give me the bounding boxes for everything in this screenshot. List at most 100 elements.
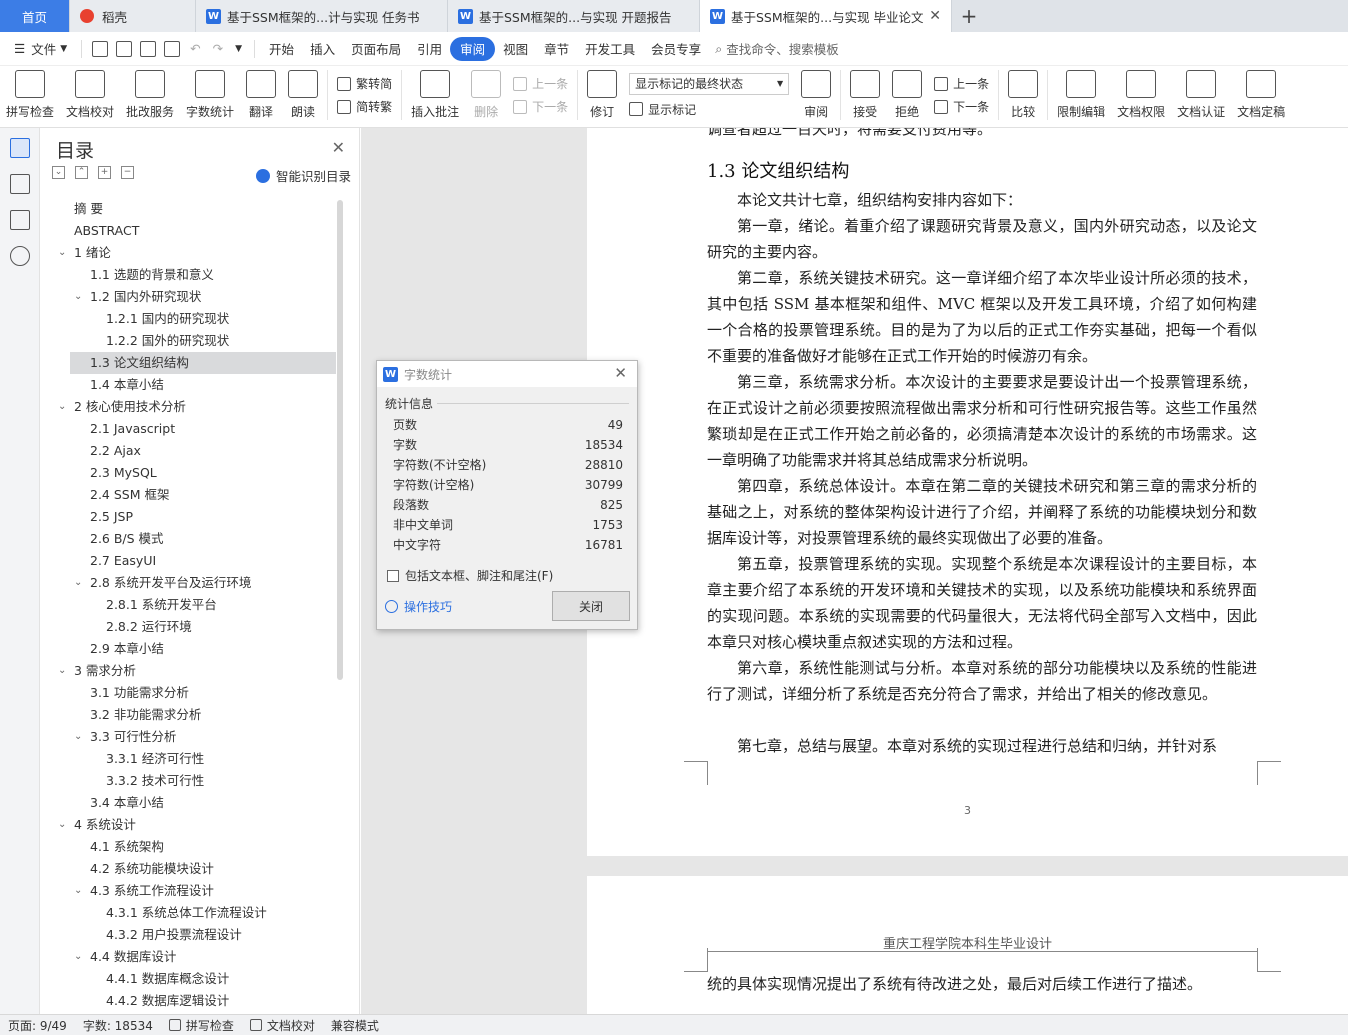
toc-item[interactable]: 1.1 选题的背景和意义: [70, 264, 336, 286]
word-count-indicator[interactable]: 字数: 18534: [75, 1017, 161, 1034]
toc-item[interactable]: 4.2 系统功能模块设计: [70, 858, 336, 880]
menu-insert[interactable]: 插入: [302, 37, 343, 61]
toc-item[interactable]: 2.6 B/S 模式: [70, 528, 336, 550]
prev-comment-button[interactable]: 上一条: [513, 75, 568, 92]
menu-start[interactable]: 开始: [261, 37, 302, 61]
toc-item[interactable]: 2.4 SSM 框架: [70, 484, 336, 506]
menu-developer[interactable]: 开发工具: [577, 37, 643, 61]
show-markup-button[interactable]: 显示标记: [629, 101, 789, 118]
close-icon[interactable]: ✕: [614, 364, 627, 382]
toc-item[interactable]: ⌄ 2.8 系统开发平台及运行环境: [70, 572, 336, 594]
chevron-down-icon[interactable]: ⌄: [58, 660, 66, 682]
toc-item[interactable]: ⌄ 3.3 可行性分析: [70, 726, 336, 748]
command-search[interactable]: ⌕ 查找命令、搜索模板: [709, 37, 847, 61]
tab-daoke[interactable]: 稻壳: [70, 0, 196, 32]
chevron-down-icon[interactable]: ⌄: [74, 572, 82, 594]
restrict-edit-button[interactable]: 限制编辑: [1051, 70, 1111, 120]
expand-all-icon[interactable]: ⌄: [52, 166, 65, 179]
reject-button[interactable]: 拒绝: [886, 70, 928, 120]
toc-item[interactable]: 2.8.1 系统开发平台: [70, 594, 336, 616]
toc-item[interactable]: 2.3 MySQL: [70, 462, 336, 484]
chevron-down-icon[interactable]: ⌄: [74, 946, 82, 968]
status-spell-check[interactable]: 拼写检查: [161, 1017, 242, 1034]
chapter-nav-icon[interactable]: [9, 174, 30, 194]
toc-item[interactable]: 1.2.1 国内的研究现状: [70, 308, 336, 330]
toc-item[interactable]: 4.3.2 用户投票流程设计: [70, 924, 336, 946]
toc-item[interactable]: 3.2 非功能需求分析: [70, 704, 336, 726]
toc-item[interactable]: 4.4.1 数据库概念设计: [70, 968, 336, 990]
chevron-down-icon[interactable]: ⌄: [74, 726, 82, 748]
menu-page-layout[interactable]: 页面布局: [343, 37, 409, 61]
toc-item[interactable]: 3.1 功能需求分析: [70, 682, 336, 704]
more-icon[interactable]: ▼: [235, 44, 242, 54]
print-icon[interactable]: [140, 40, 157, 57]
remove-level-icon[interactable]: −: [121, 166, 134, 179]
spell-check-button[interactable]: 拼写检查: [0, 70, 60, 120]
redo-icon[interactable]: ↷: [213, 41, 223, 56]
menu-review[interactable]: 审阅: [450, 36, 496, 61]
toc-item[interactable]: 3.3.2 技术可行性: [70, 770, 336, 792]
compare-button[interactable]: 比较: [1002, 70, 1044, 120]
chevron-down-icon[interactable]: ⌄: [58, 814, 66, 836]
toc-item[interactable]: 3.4 本章小结: [70, 792, 336, 814]
toc-item[interactable]: 摘 要: [70, 198, 336, 220]
toc-item[interactable]: 2.9 本章小结: [70, 638, 336, 660]
toc-item[interactable]: 2.5 JSP: [70, 506, 336, 528]
file-menu[interactable]: ☰ 文件 ▼: [0, 37, 75, 61]
review-pane-button[interactable]: 审阅: [795, 70, 837, 120]
trad-to-simp-button[interactable]: 繁转简: [337, 75, 392, 92]
close-button[interactable]: 关闭: [552, 591, 630, 621]
word-count-button[interactable]: 字数统计: [180, 70, 240, 120]
track-changes-button[interactable]: 修订: [581, 70, 623, 120]
tab-proposal[interactable]: W 基于SSM框架的...与实现 开题报告: [448, 0, 700, 32]
toc-item[interactable]: ⌄ 4.4 数据库设计: [70, 946, 336, 968]
toc-item[interactable]: ⌄ 4.3 系统工作流程设计: [70, 880, 336, 902]
toc-item[interactable]: ⌄ 1.2 国内外研究现状: [70, 286, 336, 308]
page-indicator[interactable]: 页面: 9/49: [0, 1017, 75, 1034]
markup-display-select[interactable]: 显示标记的最终状态 ▼: [629, 72, 790, 95]
toc-item[interactable]: ⌄ 1 绪论: [58, 242, 336, 264]
tab-home[interactable]: 首页: [0, 0, 70, 32]
prev-change-button[interactable]: 上一条: [934, 75, 989, 92]
translate-button[interactable]: 翻译: [240, 70, 282, 120]
print-preview-icon[interactable]: [164, 40, 181, 57]
toc-item[interactable]: 1.4 本章小结: [70, 374, 336, 396]
doc-finalize-button[interactable]: 文档定稿: [1231, 70, 1291, 120]
toc-item[interactable]: 3.3.1 经济可行性: [70, 748, 336, 770]
toc-item[interactable]: 2.1 Javascript: [70, 418, 336, 440]
accept-button[interactable]: 接受: [844, 70, 886, 120]
toc-item[interactable]: 4.1 系统架构: [70, 836, 336, 858]
next-comment-button[interactable]: 下一条: [513, 98, 568, 115]
doc-rights-button[interactable]: 文档权限: [1111, 70, 1171, 120]
undo-icon[interactable]: ↶: [190, 41, 200, 56]
new-tab-button[interactable]: +: [952, 0, 986, 32]
toc-item[interactable]: 1.2.2 国外的研究现状: [70, 330, 336, 352]
document-page[interactable]: 调查者超过一百天时，将需要支付费用等。 1.3 论文组织结构 本论文共计七章，组…: [587, 128, 1348, 856]
toc-item[interactable]: ⌄ 3 需求分析: [58, 660, 336, 682]
next-change-button[interactable]: 下一条: [934, 98, 989, 115]
add-level-icon[interactable]: +: [98, 166, 111, 179]
bookmark-icon[interactable]: [9, 210, 30, 230]
toc-item[interactable]: ABSTRACT: [70, 220, 336, 242]
simp-to-trad-button[interactable]: 简转繁: [337, 98, 392, 115]
doc-check-button[interactable]: 文档校对: [60, 70, 120, 120]
toc-pane-icon[interactable]: [9, 138, 30, 158]
toc-item[interactable]: 2.2 Ajax: [70, 440, 336, 462]
toc-item[interactable]: ⌄ 4 系统设计: [58, 814, 336, 836]
menu-view[interactable]: 视图: [495, 37, 536, 61]
insert-comment-button[interactable]: 插入批注: [405, 70, 465, 120]
export-icon[interactable]: [116, 40, 133, 57]
smart-toc-button[interactable]: 智能识别目录: [255, 166, 351, 185]
chevron-down-icon[interactable]: ⌄: [58, 242, 66, 264]
search-icon[interactable]: [9, 246, 30, 266]
delete-comment-button[interactable]: 删除: [465, 70, 507, 120]
tab-task-book[interactable]: W 基于SSM框架的...计与实现 任务书: [196, 0, 448, 32]
chevron-down-icon[interactable]: ⌄: [74, 880, 82, 902]
chevron-down-icon[interactable]: ⌄: [74, 286, 82, 308]
toc-item[interactable]: 2.7 EasyUI: [70, 550, 336, 572]
tips-link[interactable]: 操作技巧: [385, 598, 452, 615]
chevron-down-icon[interactable]: ⌄: [58, 396, 66, 418]
toc-item[interactable]: 4.4.2 数据库逻辑设计: [70, 990, 336, 1012]
doc-certify-button[interactable]: 文档认证: [1171, 70, 1231, 120]
menu-chapter[interactable]: 章节: [536, 37, 577, 61]
